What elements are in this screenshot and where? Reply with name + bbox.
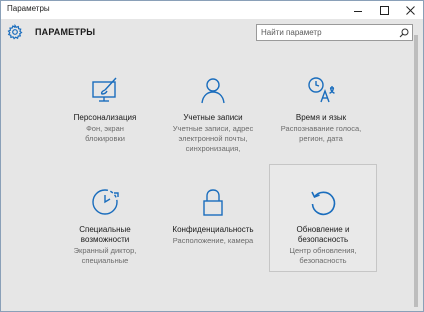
tile-description: Учетные записи, адрес электронной почты,… <box>172 124 254 153</box>
close-button[interactable] <box>397 1 423 19</box>
title-bar[interactable]: Параметры <box>1 1 423 19</box>
tile-personalization[interactable]: Персонализация Фон, экран блокировки <box>51 69 159 144</box>
gear-icon <box>7 24 23 40</box>
tile-name: Конфиденциальность <box>172 225 254 234</box>
tile-accounts[interactable]: Учетные записи Учетные записи, адрес эле… <box>159 69 267 154</box>
maximize-icon <box>379 5 389 15</box>
tile-name: Специальные возможности <box>79 225 131 244</box>
ease-of-access-icon <box>92 189 119 215</box>
tile-description: Фон, экран блокировки <box>85 124 125 143</box>
search-icon[interactable] <box>399 28 409 38</box>
minimize-button[interactable] <box>345 1 371 19</box>
tile-privacy[interactable]: Конфиденциальность Расположение, камера <box>159 181 267 246</box>
close-icon <box>405 5 415 15</box>
page-title: ПАРАМЕТРЫ <box>35 27 96 37</box>
scrollbar-thumb[interactable] <box>414 35 418 307</box>
tile-name: Персонализация <box>73 113 137 122</box>
tile-name: Учетные записи <box>183 113 243 122</box>
personalization-icon <box>92 77 117 102</box>
tile-name: Обновление и безопасность <box>296 225 350 244</box>
tile-ease-of-access[interactable]: Специальные возможности Экранный диктор,… <box>51 181 159 266</box>
time-language-icon <box>308 77 335 103</box>
minimize-icon <box>354 10 362 12</box>
tile-update-security[interactable]: Обновление и безопасность Центр обновлен… <box>269 164 377 272</box>
scrollbar[interactable] <box>413 35 419 307</box>
tile-description: Экранный диктор, специальные <box>73 246 137 265</box>
settings-header: ПАРАМЕТРЫ <box>1 19 423 51</box>
privacy-icon <box>203 189 223 216</box>
tile-description: Центр обновления, безопасность <box>289 246 357 265</box>
update-security-icon <box>311 191 336 216</box>
tile-description: Распознавание голоса, регион, дата <box>280 124 362 143</box>
accounts-icon <box>201 78 225 104</box>
window-title: Параметры <box>7 4 50 13</box>
maximize-button[interactable] <box>371 1 397 19</box>
settings-window: Параметры ПАРАМЕТРЫ Найти параметр Персо… <box>0 0 424 312</box>
tile-time-language[interactable]: Время и язык Распознавание голоса, регио… <box>267 69 375 144</box>
tile-name: Время и язык <box>295 113 347 122</box>
tile-description: Расположение, камера <box>172 236 254 245</box>
search-box[interactable] <box>256 24 413 41</box>
search-input[interactable] <box>257 25 401 40</box>
